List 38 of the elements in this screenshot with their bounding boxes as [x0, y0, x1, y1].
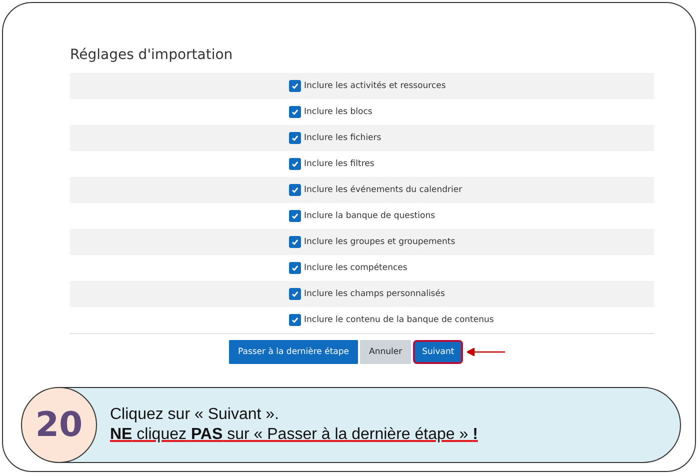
- form-button[interactable]: Suivant: [413, 340, 464, 364]
- check-icon: [291, 212, 299, 220]
- check-icon: [291, 316, 299, 324]
- section-title: Réglages d'importation: [70, 47, 234, 65]
- option-label: Inclure les fichiers: [304, 133, 382, 143]
- option-label: Inclure les activités et ressources: [304, 81, 446, 91]
- check-icon: [291, 264, 299, 272]
- checkbox[interactable]: [289, 184, 301, 196]
- step-number: 20: [21, 387, 97, 463]
- option-label: Inclure les compétences: [304, 263, 408, 273]
- check-icon: [291, 186, 299, 194]
- checkbox[interactable]: [289, 314, 301, 326]
- option-label: Inclure la banque de questions: [304, 211, 436, 221]
- option-label: Inclure les événements du calendrier: [304, 185, 462, 195]
- checkbox[interactable]: [289, 158, 301, 170]
- instruction-text: NE cliquez PAS sur « Passer à la dernière étape » !: [110, 426, 478, 444]
- instruction-text: Cliquez sur « Suivant ».: [110, 406, 279, 424]
- option-label: Inclure les groupes et groupements: [304, 237, 456, 247]
- check-icon: [291, 290, 299, 298]
- option-label: Inclure le contenu de la banque de contenus: [304, 315, 494, 325]
- pointer-arrow: [467, 348, 506, 356]
- form-button[interactable]: Passer à la dernière étape: [229, 340, 358, 364]
- checkbox[interactable]: [289, 262, 301, 274]
- check-icon: [291, 108, 299, 116]
- check-icon: [291, 134, 299, 142]
- checkbox[interactable]: [289, 132, 301, 144]
- form-button[interactable]: Annuler: [360, 340, 412, 364]
- check-icon: [291, 238, 299, 246]
- checkbox[interactable]: [289, 80, 301, 92]
- option-label: Inclure les champs personnalisés: [304, 289, 445, 299]
- checkbox[interactable]: [289, 288, 301, 300]
- option-label: Inclure les filtres: [304, 159, 374, 169]
- option-label: Inclure les blocs: [304, 107, 372, 117]
- checkbox[interactable]: [289, 210, 301, 222]
- checkbox[interactable]: [289, 236, 301, 248]
- checkbox[interactable]: [289, 106, 301, 118]
- check-icon: [291, 82, 299, 90]
- check-icon: [291, 160, 299, 168]
